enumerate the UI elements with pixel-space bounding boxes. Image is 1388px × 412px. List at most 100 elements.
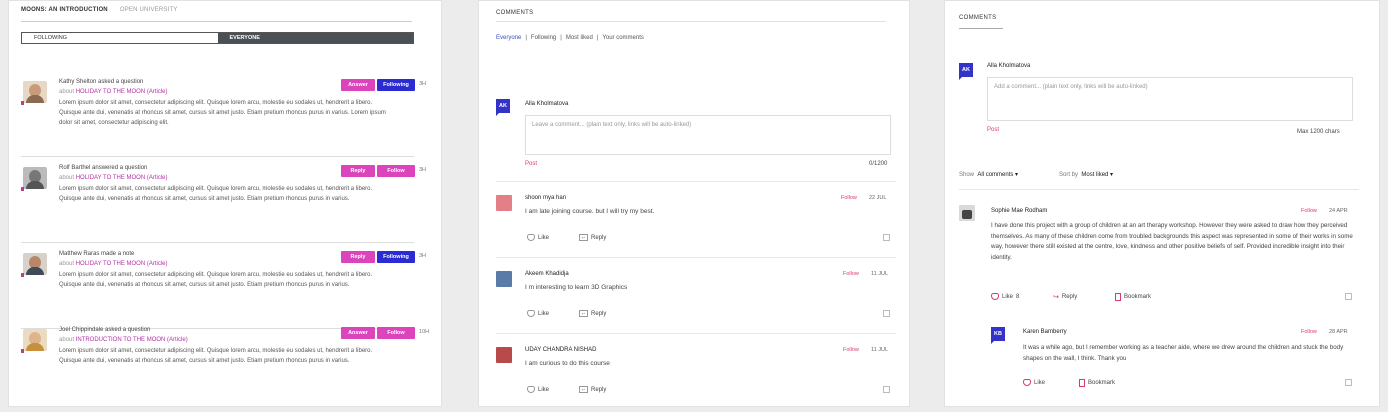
- tab-most-liked[interactable]: Most liked: [566, 35, 593, 41]
- feed-item-title: Matthew Raras made a note: [59, 251, 135, 257]
- feed-item-about: about HOLIDAY TO THE MOON (Article): [59, 261, 168, 267]
- post-button[interactable]: Post: [525, 161, 537, 167]
- comments-panel-expanded: COMMENTS AK Alla Kholmatova Add a commen…: [944, 0, 1380, 407]
- avatar[interactable]: [23, 167, 47, 189]
- like-button[interactable]: Like: [527, 310, 549, 317]
- follow-link[interactable]: Follow: [1301, 329, 1317, 335]
- avatar[interactable]: [23, 329, 47, 351]
- timestamp: 3H: [419, 167, 427, 173]
- flag-marker: [21, 101, 24, 105]
- feed-item-about: about INTRODUCTION TO THE MOON (Article): [59, 337, 188, 343]
- tab-everyone[interactable]: Everyone: [496, 35, 521, 41]
- divider: [21, 21, 412, 22]
- comment-date: 24 APR: [1329, 208, 1348, 214]
- follow-link[interactable]: Follow: [843, 271, 859, 277]
- content-link[interactable]: HOLIDAY TO THE MOON (Article): [76, 89, 168, 95]
- comment-input[interactable]: Add a comment... (plain text only, links…: [987, 77, 1353, 121]
- follow-link[interactable]: Follow: [1301, 208, 1317, 214]
- avatar[interactable]: [496, 271, 512, 287]
- divider: [496, 333, 896, 334]
- following-button[interactable]: Following: [377, 251, 415, 263]
- avatar[interactable]: [496, 195, 512, 211]
- bookmark-icon: [1079, 379, 1085, 387]
- flag-marker: [21, 349, 24, 353]
- user-avatar: AK: [496, 99, 510, 116]
- reply-button[interactable]: ↪ Reply: [1053, 293, 1077, 301]
- tab-everyone[interactable]: EVERYONE: [217, 33, 413, 43]
- avatar[interactable]: [959, 205, 975, 221]
- follow-button[interactable]: Follow: [377, 165, 415, 177]
- reply-button[interactable]: ↩ Reply: [579, 386, 606, 393]
- follow-link[interactable]: Follow: [843, 347, 859, 353]
- comment-author[interactable]: shoon mya han: [525, 195, 566, 201]
- show-filter[interactable]: Show All comments ▾: [959, 171, 1018, 178]
- tab-separator: |: [560, 35, 562, 41]
- content-link[interactable]: HOLIDAY TO THE MOON (Article): [76, 175, 168, 181]
- following-button[interactable]: Following: [377, 79, 415, 91]
- comment-input[interactable]: Leave a comment... (plain text only, lin…: [525, 115, 891, 155]
- bookmark-icon: [1115, 293, 1121, 301]
- like-button[interactable]: Like 8: [991, 293, 1019, 300]
- user-name: Alla Kholmatova: [987, 63, 1031, 69]
- comment-text: It was a while ago, but I remember worki…: [1023, 344, 1344, 362]
- sort-filter[interactable]: Sort by Most liked ▾: [1059, 171, 1113, 178]
- reply-avatar: KB: [991, 327, 1005, 344]
- comment-text: I m interesting to learn 3D Graphics: [525, 284, 628, 291]
- char-counter: 0/1200: [869, 161, 888, 167]
- course-title[interactable]: MOONS: AN INTRODUCTION: [21, 7, 108, 13]
- avatar[interactable]: [23, 253, 47, 275]
- bookmark-button[interactable]: Bookmark: [1079, 379, 1115, 387]
- comment-author[interactable]: Sophie Mae Rodham: [991, 208, 1047, 214]
- feed-item-about: about HOLIDAY TO THE MOON (Article): [59, 89, 168, 95]
- content-link[interactable]: INTRODUCTION TO THE MOON (Article): [76, 337, 188, 343]
- tab-following[interactable]: Following: [531, 35, 556, 41]
- flag-icon[interactable]: [883, 310, 890, 317]
- like-button[interactable]: Like: [527, 234, 549, 241]
- user-name: Alla Kholmatova: [525, 101, 569, 107]
- feed-item: Rolf Barthel answered a question about H…: [21, 159, 426, 243]
- follow-link[interactable]: Follow: [841, 195, 857, 201]
- university-name[interactable]: OPEN UNIVERSITY: [120, 7, 178, 13]
- activity-feed-panel: MOONS: AN INTRODUCTION OPEN UNIVERSITY F…: [8, 0, 442, 407]
- content-link[interactable]: HOLIDAY TO THE MOON (Article): [76, 261, 168, 267]
- follow-button[interactable]: Follow: [377, 327, 415, 339]
- comment-date: 11 JUL: [871, 347, 889, 353]
- reply-button[interactable]: Reply: [341, 165, 375, 177]
- reply-button[interactable]: ↩ Reply: [579, 310, 606, 317]
- heart-icon: [991, 293, 999, 300]
- avatar[interactable]: [23, 81, 47, 103]
- feed-item-title: Joel Chippindale asked a question: [59, 327, 151, 333]
- feed-item: Kathy Shelton asked a question about HOL…: [21, 73, 426, 157]
- like-button[interactable]: Like: [1023, 379, 1045, 386]
- reply-button[interactable]: Reply: [341, 251, 375, 263]
- feed-item: Joel Chippindale asked a question about …: [21, 321, 429, 405]
- flag-icon[interactable]: [1345, 379, 1352, 386]
- user-avatar: AK: [959, 63, 973, 80]
- reply-icon: ↪: [1053, 294, 1059, 301]
- feed-filter-toggle: FOLLOWING EVERYONE: [21, 32, 414, 44]
- comment-text: I am curious to do this course: [525, 360, 610, 367]
- comment-date: 11 JUL: [871, 271, 889, 277]
- feed-item-body: Lorem ipsum dolor sit amet, consectetur …: [59, 100, 386, 127]
- bookmark-button[interactable]: Bookmark: [1115, 293, 1151, 301]
- flag-icon[interactable]: [883, 234, 890, 241]
- answer-button[interactable]: Answer: [341, 327, 375, 339]
- comment-text: I am late joining course. but I will try…: [525, 208, 655, 215]
- tab-your-comments[interactable]: Your comments: [602, 35, 643, 41]
- flag-icon[interactable]: [1345, 293, 1352, 300]
- comments-title: COMMENTS: [959, 15, 997, 21]
- avatar[interactable]: [496, 347, 512, 363]
- like-button[interactable]: Like: [527, 386, 549, 393]
- post-button[interactable]: Post: [987, 127, 999, 133]
- tab-following[interactable]: FOLLOWING: [22, 33, 218, 43]
- feed-item: Matthew Raras made a note about HOLIDAY …: [21, 245, 426, 329]
- char-limit: Max 1200 chars: [1297, 129, 1340, 135]
- comment-author[interactable]: Akeem Khadidja: [525, 271, 569, 277]
- answer-button[interactable]: Answer: [341, 79, 375, 91]
- reply-icon: ↩: [579, 234, 588, 241]
- flag-icon[interactable]: [883, 386, 890, 393]
- flag-marker: [21, 273, 24, 277]
- comment-author[interactable]: UDAY CHANDRA NISHAD: [525, 347, 596, 353]
- reply-button[interactable]: ↩ Reply: [579, 234, 606, 241]
- comment-author[interactable]: Karen Bamberry: [1023, 329, 1067, 335]
